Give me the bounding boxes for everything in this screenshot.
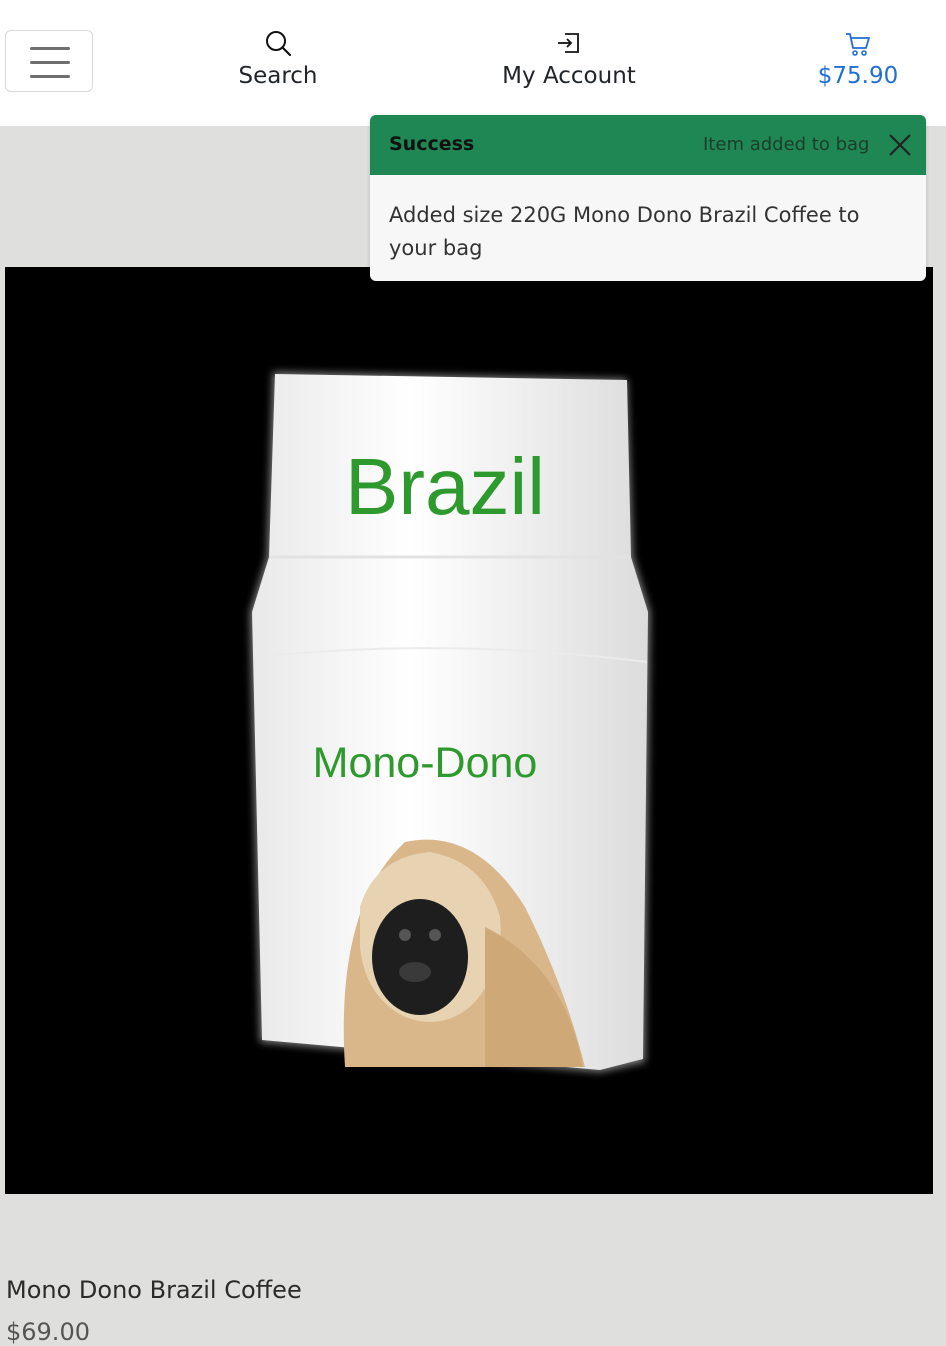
bag-text-top: Brazil bbox=[345, 442, 545, 531]
toast-subtitle: Item added to bag bbox=[703, 134, 870, 155]
nav-cart-link[interactable]: $75.90 bbox=[806, 28, 910, 90]
product-price: $69.00 bbox=[6, 1318, 90, 1346]
toast-message: Added size 220G Mono Dono Brazil Coffee … bbox=[389, 203, 860, 260]
nav-account-link[interactable]: My Account bbox=[488, 28, 650, 90]
search-icon bbox=[218, 28, 338, 62]
toast-title: Success bbox=[389, 133, 475, 155]
menu-icon-bar bbox=[30, 61, 70, 64]
navbar: Search My Account $75.90 bbox=[0, 0, 946, 126]
success-toast: Success Item added to bag Added size 220… bbox=[370, 115, 926, 281]
nav-search-label: Search bbox=[238, 63, 318, 89]
product-image: Brazil Mono-Dono bbox=[5, 267, 933, 1194]
toast-header: Success Item added to bag bbox=[370, 115, 926, 175]
bag-text-brand: Mono-Dono bbox=[313, 739, 538, 787]
menu-icon-bar bbox=[30, 75, 70, 78]
nav-search-link[interactable]: Search bbox=[218, 28, 338, 90]
login-icon bbox=[488, 28, 650, 62]
close-icon[interactable] bbox=[886, 131, 914, 159]
menu-toggle-button[interactable] bbox=[5, 30, 93, 92]
cart-icon bbox=[806, 28, 910, 62]
menu-icon-bar bbox=[30, 47, 70, 50]
cart-total: $75.90 bbox=[817, 63, 899, 89]
product-name: Mono Dono Brazil Coffee bbox=[6, 1276, 302, 1304]
nav-account-label: My Account bbox=[502, 63, 636, 89]
